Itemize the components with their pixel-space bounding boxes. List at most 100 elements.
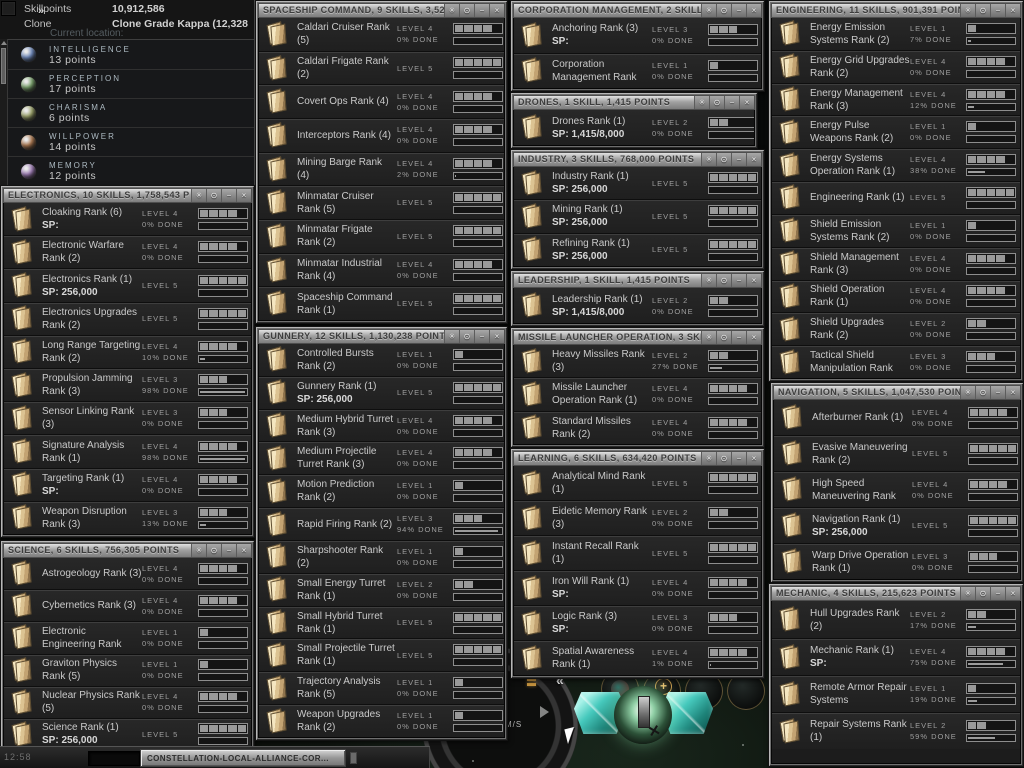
skill-row[interactable]: High Speed Maneuvering Rank LEVEL 4 0% DO… bbox=[774, 471, 1020, 507]
close-icon[interactable]: × bbox=[746, 274, 761, 287]
skill-row[interactable]: Afterburner Rank (1) LEVEL 4 0% DONE bbox=[774, 400, 1020, 435]
pin-icon[interactable]: ✳ bbox=[701, 274, 716, 287]
skill-row[interactable]: Instant Recall Rank (1) LEVEL 5 bbox=[514, 535, 761, 570]
pin-icon[interactable]: ✳ bbox=[444, 330, 459, 343]
skill-row[interactable]: Weapon Disruption Rank (3) LEVEL 3 13% DO… bbox=[4, 500, 251, 534]
stack-icon[interactable]: ⊙ bbox=[206, 189, 221, 202]
skill-row[interactable]: Hull Upgrades Rank (2) LEVEL 2 17% DONE bbox=[772, 601, 1020, 638]
skill-row[interactable]: Industry Rank (1) SP: 256,000 LEVEL 5 bbox=[514, 167, 761, 200]
pin-icon[interactable]: ✳ bbox=[701, 331, 716, 344]
skill-row[interactable]: Targeting Rank (1) SP: LEVEL 4 0% DONE bbox=[4, 467, 251, 501]
skill-row[interactable]: Nuclear Physics Rank (5) LEVEL 4 0% DONE bbox=[4, 685, 251, 718]
close-icon[interactable]: × bbox=[739, 96, 754, 109]
stack-icon[interactable]: ⊙ bbox=[716, 153, 731, 166]
skill-row[interactable]: Energy Systems Operation Rank (1) LEVEL … bbox=[772, 148, 1020, 182]
pin-icon[interactable]: ✳ bbox=[701, 452, 716, 465]
skill-row[interactable]: Missile Launcher Operation Rank (1) LEVE… bbox=[514, 377, 761, 411]
window-titlebar[interactable]: INDUSTRY, 3 SKILLS, 768,000 POINTS ✳ ⊙ − × bbox=[513, 152, 762, 167]
scroll-up-icon[interactable] bbox=[1, 41, 7, 45]
skill-row[interactable]: Electronics Rank (1) SP: 256,000 LEVEL 5 bbox=[4, 268, 251, 302]
minimize-icon[interactable]: − bbox=[731, 274, 746, 287]
skill-row[interactable]: Interceptors Rank (4) LEVEL 4 0% DONE bbox=[259, 118, 504, 152]
skill-row[interactable]: Leadership Rank (1) SP: 1,415/8,000 LEVEL… bbox=[514, 288, 761, 323]
skill-row[interactable]: Astrogeology Rank (3) LEVEL 4 0% DONE bbox=[4, 558, 251, 590]
window-titlebar[interactable]: DRONES, 1 SKILL, 1,415 POINTS ✳ ⊙ − × bbox=[513, 95, 755, 110]
minimize-icon[interactable]: − bbox=[990, 4, 1005, 17]
pin-icon[interactable]: ✳ bbox=[701, 153, 716, 166]
skill-row[interactable]: Anchoring Rank (3) SP: LEVEL 3 0% DONE bbox=[514, 18, 761, 53]
stack-icon[interactable]: ⊙ bbox=[716, 274, 731, 287]
stack-icon[interactable]: ⊙ bbox=[709, 96, 724, 109]
close-icon[interactable]: × bbox=[1005, 386, 1020, 399]
skill-row[interactable]: Energy Emission Systems Rank (2) LEVEL 1… bbox=[772, 18, 1020, 50]
skill-row[interactable]: Propulsion Jamming Rank (3) LEVEL 3 98% D… bbox=[4, 368, 251, 402]
minimize-icon[interactable]: − bbox=[221, 544, 236, 557]
close-icon[interactable]: × bbox=[746, 4, 761, 17]
skill-row[interactable]: Trajectory Analysis Rank (5) LEVEL 1 0% D… bbox=[259, 671, 504, 705]
stack-icon[interactable]: ⊙ bbox=[975, 386, 990, 399]
skill-row[interactable]: Iron Will Rank (1) SP: LEVEL 4 0% DONE bbox=[514, 570, 761, 605]
minimize-icon[interactable]: − bbox=[990, 386, 1005, 399]
skill-row[interactable]: Medium Projectile Turret Rank (3) LEVEL … bbox=[259, 441, 504, 475]
skill-row[interactable]: Motion Prediction Rank (2) LEVEL 1 0% DON… bbox=[259, 474, 504, 508]
skill-row[interactable]: Evasive Maneuvering Rank (2) LEVEL 5 bbox=[774, 435, 1020, 471]
window-titlebar[interactable]: SPACESHIP COMMAND, 9 SKILLS, 3,527 ✳ ⊙ − × bbox=[258, 3, 505, 18]
skill-row[interactable]: Graviton Physics Rank (5) LEVEL 1 0% DONE bbox=[4, 653, 251, 686]
close-icon[interactable]: × bbox=[746, 153, 761, 166]
skill-row[interactable]: Shield Upgrades Rank (2) LEVEL 2 0% DONE bbox=[772, 312, 1020, 346]
skill-row[interactable]: Controlled Bursts Rank (2) LEVEL 1 0% DON… bbox=[259, 344, 504, 376]
skill-row[interactable]: Cybernetics Rank (3) LEVEL 4 0% DONE bbox=[4, 589, 251, 622]
skill-row[interactable]: Repair Systems Rank (1) LEVEL 2 59% DONE bbox=[772, 712, 1020, 749]
window-titlebar[interactable]: CORPORATION MANAGEMENT, 2 SKILLS, ✳ ⊙ − × bbox=[513, 3, 762, 18]
skill-row[interactable]: Minmatar Frigate Rank (2) LEVEL 5 bbox=[259, 219, 504, 253]
skill-row[interactable]: Corporation Management Rank LEVEL 1 0% DO… bbox=[514, 52, 761, 88]
active-module-button[interactable] bbox=[614, 686, 672, 744]
window-titlebar[interactable]: GUNNERY, 12 SKILLS, 1,130,238 POINT ✳ ⊙ − × bbox=[258, 329, 505, 344]
skill-row[interactable]: Small Hybrid Turret Rank (1) LEVEL 5 bbox=[259, 605, 504, 639]
minimize-icon[interactable]: − bbox=[474, 330, 489, 343]
taskbar-nub[interactable] bbox=[350, 752, 357, 764]
skill-row[interactable]: Remote Armor Repair Systems LEVEL 1 19% D… bbox=[772, 675, 1020, 712]
close-icon[interactable]: × bbox=[489, 4, 504, 17]
close-icon[interactable]: × bbox=[746, 452, 761, 465]
stack-icon[interactable]: ⊙ bbox=[975, 587, 990, 600]
skill-row[interactable]: Drones Rank (1) SP: 1,415/8,000 LEVEL 2 0%… bbox=[514, 110, 754, 145]
minimize-icon[interactable]: − bbox=[990, 587, 1005, 600]
constellation-channel-button[interactable]: CONSTELLATION-LOCAL-ALLIANCE-COR... bbox=[140, 749, 346, 767]
skill-row[interactable]: Standard Missiles Rank (2) LEVEL 4 0% DON… bbox=[514, 410, 761, 444]
skill-row[interactable]: Refining Rank (1) SP: 256,000 LEVEL 5 bbox=[514, 232, 761, 266]
app-icon[interactable] bbox=[1, 1, 16, 16]
close-icon[interactable]: × bbox=[746, 331, 761, 344]
window-titlebar[interactable]: SCIENCE, 6 SKILLS, 756,305 POINTS ✳ ⊙ − × bbox=[3, 543, 252, 558]
skill-row[interactable]: Small Projectile Turret Rank (1) LEVEL 5 bbox=[259, 638, 504, 672]
skill-row[interactable]: Spaceship Command Rank (1) LEVEL 5 bbox=[259, 286, 504, 320]
skill-row[interactable]: Spatial Awareness Rank (1) LEVEL 4 1% DON… bbox=[514, 640, 761, 675]
skill-row[interactable]: Engineering Rank (1) LEVEL 5 bbox=[772, 181, 1020, 214]
skill-row[interactable]: Cloaking Rank (6) SP: LEVEL 4 0% DONE bbox=[4, 203, 251, 236]
scroll-thumb[interactable] bbox=[1, 48, 6, 84]
minimize-icon[interactable]: − bbox=[731, 452, 746, 465]
close-icon[interactable]: × bbox=[489, 330, 504, 343]
skill-row[interactable]: Medium Hybrid Turret Rank (3) LEVEL 4 0% … bbox=[259, 408, 504, 442]
stack-icon[interactable]: ⊙ bbox=[716, 331, 731, 344]
skill-row[interactable]: Caldari Cruiser Rank (5) LEVEL 4 0% DONE bbox=[259, 18, 504, 51]
close-icon[interactable]: × bbox=[236, 544, 251, 557]
minimize-icon[interactable]: − bbox=[474, 4, 489, 17]
pin-icon[interactable]: ✳ bbox=[701, 4, 716, 17]
window-titlebar[interactable]: LEARNING, 6 SKILLS, 634,420 POINTS ✳ ⊙ − × bbox=[513, 451, 762, 466]
minimize-icon[interactable]: − bbox=[731, 153, 746, 166]
skill-row[interactable]: Eidetic Memory Rank (3) LEVEL 2 0% DONE bbox=[514, 500, 761, 535]
skill-row[interactable]: Gunnery Rank (1) SP: 256,000 LEVEL 5 bbox=[259, 375, 504, 409]
skill-row[interactable]: Shield Management Rank (3) LEVEL 4 0% DON… bbox=[772, 246, 1020, 280]
close-icon[interactable]: × bbox=[1005, 587, 1020, 600]
stack-icon[interactable]: ⊙ bbox=[459, 4, 474, 17]
pin-icon[interactable]: ✳ bbox=[960, 4, 975, 17]
skill-row[interactable]: Electronic Engineering Rank LEVEL 1 0% DO… bbox=[4, 621, 251, 654]
pin-icon[interactable]: ✳ bbox=[191, 189, 206, 202]
skill-row[interactable]: Rapid Firing Rank (2) LEVEL 3 94% DONE bbox=[259, 507, 504, 540]
skill-row[interactable]: Energy Management Rank (3) LEVEL 4 12% DO… bbox=[772, 82, 1020, 116]
attributes-scrollbar[interactable] bbox=[0, 39, 8, 185]
skill-row[interactable]: Energy Pulse Weapons Rank (2) LEVEL 1 0% … bbox=[772, 115, 1020, 149]
skill-row[interactable]: Navigation Rank (1) SP: 256,000 LEVEL 5 bbox=[774, 507, 1020, 543]
skill-row[interactable]: Heavy Missiles Rank (3) LEVEL 2 27% DONE bbox=[514, 345, 761, 378]
